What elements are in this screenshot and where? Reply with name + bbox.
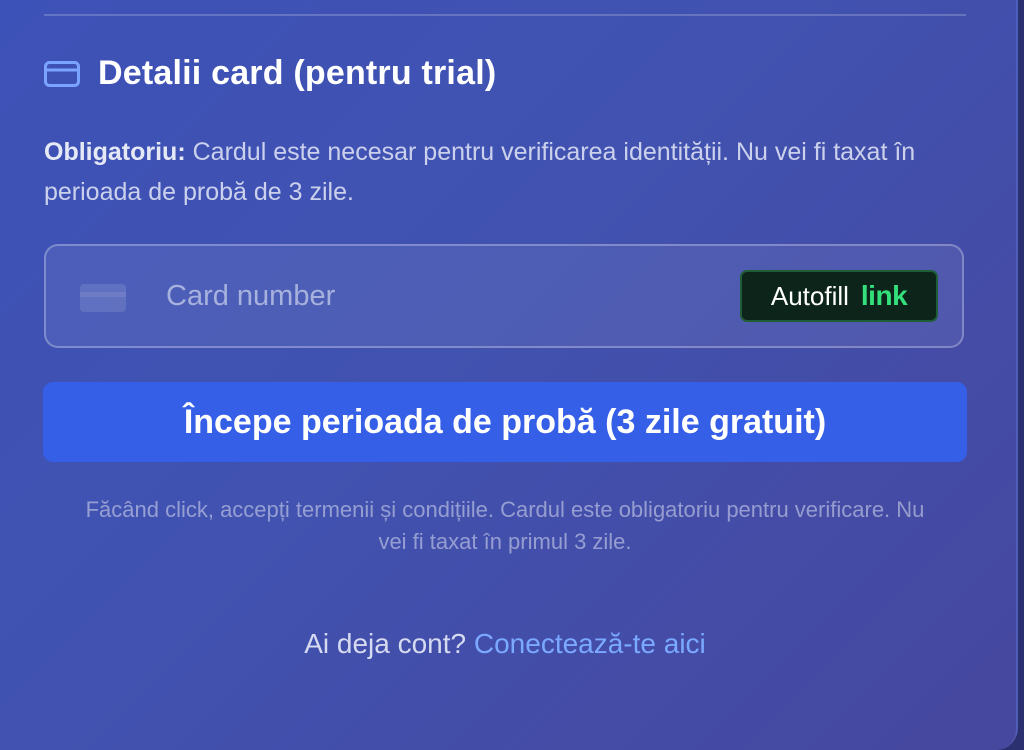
login-prompt: Ai deja cont? [304, 628, 467, 659]
card-details-heading: Detalii card (pentru trial) [44, 54, 496, 93]
start-trial-button[interactable]: Începe perioada de probă (3 zile gratuit… [43, 382, 967, 462]
credit-card-icon [44, 60, 80, 87]
link-autofill-button[interactable]: Autofill link [740, 270, 938, 322]
autofill-label: Autofill [770, 280, 849, 311]
link-logo: link [860, 280, 908, 311]
required-card-notice: Obligatoriu: Cardul este necesar pentru … [44, 132, 974, 212]
section-divider [44, 14, 966, 16]
trial-signup-panel: Detalii card (pentru trial) Obligatoriu:… [0, 0, 1018, 750]
card-number-placeholder: Card number [166, 280, 336, 312]
login-prompt-line: Ai deja cont? Conectează-te aici [0, 628, 1010, 660]
card-brand-icon [80, 284, 126, 312]
card-number-field[interactable]: Card number Autofill link [44, 244, 964, 348]
section-title: Detalii card (pentru trial) [98, 54, 497, 92]
terms-disclaimer: Făcând click, accepți termenii și condiț… [85, 497, 925, 554]
login-link[interactable]: Conectează-te aici [474, 628, 706, 659]
required-label: Obligatoriu: [44, 138, 186, 166]
